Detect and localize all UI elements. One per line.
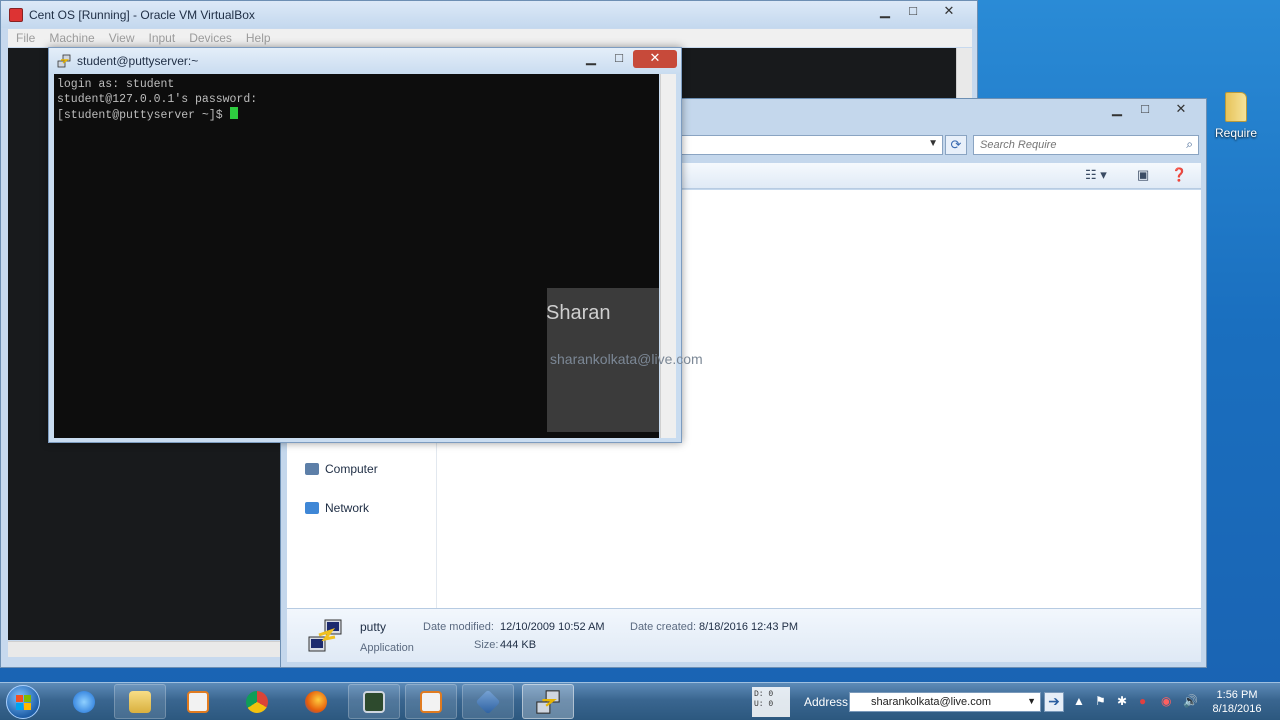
terminal-cursor — [229, 107, 238, 119]
taskbar-ie[interactable] — [58, 684, 110, 719]
taskbar-media-player-2[interactable] — [405, 684, 457, 719]
show-hidden-icons-icon[interactable]: ▲ — [1073, 694, 1085, 708]
chrome-icon — [246, 690, 268, 713]
maximize-button[interactable]: □ — [899, 3, 927, 21]
size-value: 444 KB — [500, 639, 537, 651]
chevron-down-icon[interactable]: ▼ — [1027, 696, 1036, 706]
search-icon[interactable]: ⌕ — [1186, 137, 1193, 152]
start-button[interactable] — [6, 685, 40, 719]
close-button[interactable]: ✕ — [633, 50, 677, 68]
desktop-icon-require[interactable]: Require — [1208, 92, 1264, 140]
menu-file[interactable]: File — [16, 31, 35, 45]
taskbar-putty[interactable] — [522, 684, 574, 719]
putty-window: student@puttyserver:~ ▁ □ ✕ login as: st… — [48, 47, 682, 443]
terminal-line: login as: student — [57, 78, 175, 91]
virtualbox-icon — [475, 689, 501, 714]
nav-item-network[interactable]: Network — [305, 501, 369, 515]
windows-logo-icon — [16, 695, 31, 710]
clock-time: 1:56 PM — [1216, 689, 1258, 701]
address-value: sharankolkata@live.com — [871, 696, 991, 708]
size-label: Size: — [474, 639, 499, 651]
maximize-button[interactable]: □ — [1131, 101, 1159, 119]
vbox-titlebar[interactable]: Cent OS [Running] - Oracle VM VirtualBox — [1, 1, 977, 28]
address-go-button[interactable]: ➔ — [1044, 692, 1064, 712]
internet-explorer-icon — [73, 690, 95, 713]
close-button[interactable]: ✕ — [1159, 101, 1203, 119]
taskbar-file-explorer[interactable] — [114, 684, 166, 719]
network-icon[interactable]: ◉ — [1161, 694, 1171, 708]
date-modified-label: Date modified: — [423, 621, 494, 633]
minimize-button[interactable]: ▁ — [871, 3, 899, 21]
date-created-label: Date created: — [630, 621, 697, 633]
menu-input[interactable]: Input — [149, 31, 176, 45]
terminal-line: student@127.0.0.1's password: — [57, 93, 258, 106]
file-type: Application — [360, 642, 414, 654]
terminal-prompt: [student@puttyserver ~]$ — [57, 109, 230, 122]
folder-icon — [129, 690, 151, 713]
nav-item-computer[interactable]: Computer — [305, 462, 378, 476]
search-box[interactable]: ⌕ — [973, 135, 1199, 155]
minimize-button[interactable]: ▁ — [1103, 101, 1131, 119]
putty-app-icon — [308, 619, 342, 652]
menu-view[interactable]: View — [109, 31, 135, 45]
date-created-value: 8/18/2016 12:43 PM — [699, 621, 799, 633]
firefox-icon — [305, 690, 327, 713]
terminal-icon — [363, 690, 385, 713]
volume-icon[interactable]: 🔊 — [1183, 694, 1198, 708]
media-player-icon — [420, 690, 442, 713]
minimize-button[interactable]: ▁ — [577, 50, 605, 68]
search-input[interactable] — [974, 136, 1164, 154]
menu-machine[interactable]: Machine — [49, 31, 94, 45]
download-rate: D: 0 — [754, 690, 774, 699]
clock-date: 8/18/2016 — [1212, 703, 1262, 715]
virtualbox-app-icon — [9, 7, 23, 22]
folder-icon — [1225, 92, 1247, 122]
taskbar-virtualbox[interactable] — [462, 684, 514, 719]
taskbar-firefox[interactable] — [290, 684, 342, 719]
nav-item-label: Computer — [325, 462, 378, 476]
putty-window-title: student@puttyserver:~ — [77, 54, 199, 68]
tray-app-icon[interactable]: ✱ — [1117, 694, 1127, 708]
taskbar-chrome[interactable] — [231, 684, 283, 719]
watermark-email: sharankolkata@live.com — [550, 351, 703, 367]
chevron-down-icon[interactable]: ▼ — [928, 138, 938, 149]
file-name: putty — [360, 620, 387, 634]
network-icon — [305, 502, 319, 514]
explorer-window-controls: ▁ □ ✕ — [1103, 101, 1203, 119]
taskbar: D: 0 U: 0 Address sharankolkata@live.com… — [0, 682, 1280, 720]
terminal-scrollbar[interactable] — [660, 74, 676, 438]
address-toolbar-input[interactable]: sharankolkata@live.com ▼ — [849, 692, 1041, 712]
network-meter: D: 0 U: 0 — [752, 687, 790, 717]
refresh-button[interactable]: ⟳ — [945, 135, 967, 155]
nav-item-label: Network — [325, 501, 370, 515]
media-player-icon — [187, 690, 209, 713]
taskbar-media-player[interactable] — [172, 684, 224, 719]
date-modified-value: 12/10/2009 10:52 AM — [500, 621, 605, 633]
vbox-menubar: File Machine View Input Devices Help — [8, 29, 972, 47]
desktop-icon-label: Require — [1214, 126, 1258, 140]
menu-devices[interactable]: Devices — [189, 31, 232, 45]
system-clock[interactable]: 1:56 PM 8/18/2016 — [1212, 688, 1262, 716]
terminal-prompt-line: [student@puttyserver ~]$ — [57, 107, 656, 123]
record-icon[interactable]: ● — [1139, 694, 1146, 708]
upload-rate: U: 0 — [754, 700, 774, 709]
putty-icon — [536, 689, 560, 714]
menu-help[interactable]: Help — [246, 31, 271, 45]
address-toolbar-label: Address — [804, 695, 849, 709]
close-button[interactable]: ✕ — [927, 3, 971, 21]
computer-icon — [305, 463, 319, 475]
preview-pane-icon[interactable]: ▣ — [1137, 167, 1149, 183]
watermark-name: Sharan — [546, 302, 611, 324]
vbox-window-title: Cent OS [Running] - Oracle VM VirtualBox — [29, 7, 255, 22]
help-icon[interactable]: ❓ — [1171, 167, 1187, 183]
putty-window-controls: ▁ □ ✕ — [577, 50, 677, 68]
putty-icon — [57, 54, 71, 68]
maximize-button[interactable]: □ — [605, 50, 633, 68]
action-center-flag-icon[interactable]: ⚑ — [1095, 694, 1106, 708]
taskbar-terminal-app[interactable] — [348, 684, 400, 719]
view-options-icon[interactable]: ☷ ▾ — [1085, 167, 1107, 183]
vbox-window-controls: ▁ □ ✕ — [871, 3, 971, 21]
details-pane: putty Application Date modified: 12/10/2… — [287, 608, 1201, 662]
